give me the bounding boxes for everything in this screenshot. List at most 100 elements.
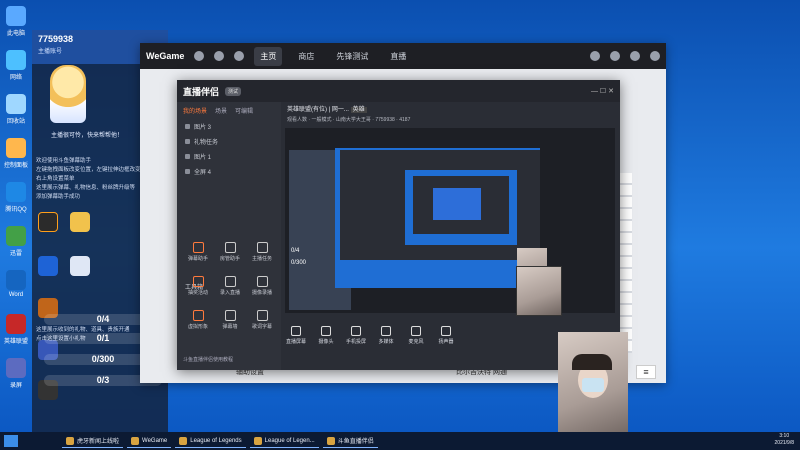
app-icon [6, 50, 26, 70]
settings-icon[interactable] [630, 51, 640, 61]
desktop-icon-label: 网络 [9, 75, 22, 81]
app-icon [6, 314, 26, 334]
info-line: 欢迎使用斗鱼弹幕助手 [36, 158, 92, 164]
taskbar-item-label: League of Legends [190, 437, 242, 444]
tool-avatar[interactable]: 虚拟形象 [183, 310, 213, 330]
forward-icon[interactable] [214, 51, 225, 61]
desktop-icon-label: Word [8, 292, 24, 298]
download-icon[interactable] [610, 51, 620, 61]
scene-item[interactable]: 全屏 4 [177, 164, 281, 179]
tool-task[interactable]: 主播任务 [247, 242, 277, 262]
tab-my-scenes[interactable]: 我的场景 [183, 106, 207, 115]
desktop-icon-label: 控制面板 [3, 163, 28, 169]
version-badge: 测试 [225, 86, 242, 96]
tool-camera-record[interactable]: 摄像录播 [247, 276, 277, 296]
taskbar-app-icon [131, 436, 140, 445]
info-line: 添加弹幕助手成功 [36, 194, 81, 200]
menu-icon[interactable]: ≡ [636, 365, 656, 379]
taskbar-item[interactable]: 斗鱼直播伴侣 [322, 434, 378, 448]
taskbar-app-icon [66, 436, 74, 445]
tab-test[interactable]: 先锋测试 [330, 47, 374, 66]
app-icon[interactable] [70, 212, 90, 232]
room-info: 观看人数 · 一般模式 · 山南大学大王哥 · 7759938 · 4187 [287, 117, 411, 123]
taskbar-app-icon [326, 436, 335, 445]
taskbar-item[interactable]: League of Legen... [249, 434, 319, 448]
desktop-icon[interactable]: 迅雷 [2, 226, 30, 257]
app-icon [6, 138, 26, 158]
desktop-icon[interactable]: 此电脑 [2, 6, 30, 37]
desktop-icon-label: 回收站 [6, 119, 25, 125]
tab-live[interactable]: 直播 [384, 47, 412, 66]
desktop-icon[interactable]: 腾讯QQ [2, 182, 30, 213]
scene-item[interactable]: 图片 3 [177, 119, 281, 134]
panel-motto: 主播很可怜，快来帮帮他！ [50, 133, 123, 139]
desktop-icon-label: 腾讯QQ [5, 207, 27, 213]
taskbar-app-icon [179, 436, 188, 445]
room-title: 英雄联盟(有位) | 网一... 英雄 [287, 107, 367, 113]
media-button[interactable]: 多媒体 [371, 326, 401, 345]
desktop-icon-label: 此电脑 [6, 31, 25, 37]
phone-cast-button[interactable]: 手机投屏 [341, 326, 371, 345]
refresh-icon[interactable] [234, 51, 245, 61]
desktop-icon[interactable]: 回收站 [2, 94, 30, 125]
hint-line: 这里展示收到的礼物、道具、贵族开通 [36, 327, 130, 333]
user-avatar-icon[interactable] [650, 51, 660, 61]
live-companion-window[interactable]: 直播伴侣 测试 — ☐ ✕ 我的场景 场景 可编辑 图片 3 礼物任务 图片 1… [177, 80, 620, 370]
info-line: 右上角设置菜单 [36, 176, 75, 182]
taskbar-item-label: 虎牙新闻上线啦 [77, 439, 120, 445]
desktop-icon-label: 迅雷 [9, 251, 22, 257]
desktop-icon[interactable]: Word [2, 270, 30, 298]
scene-item[interactable]: 礼物任务 [177, 134, 281, 149]
nested-counter: 0/300 [291, 260, 307, 266]
taskbar-app-icon [253, 436, 262, 445]
app-icon [6, 182, 26, 202]
taskbar-item-label: League of Legen... [264, 437, 315, 444]
system-clock[interactable]: 3:10 2021/9/8 [775, 433, 794, 447]
anime-avatar-image [50, 65, 86, 123]
app-icon [6, 226, 26, 246]
tab-store[interactable]: 商店 [292, 47, 320, 66]
tool-lottery[interactable]: 抽奖活动 [183, 276, 213, 296]
taskbar-item-label: WeGame [142, 437, 168, 444]
microphone-button[interactable]: 麦克风 [401, 326, 431, 345]
gift-icon[interactable] [590, 51, 600, 61]
scene-item[interactable]: 图片 1 [177, 149, 281, 164]
desktop-icon-label: 录屏 [9, 383, 22, 389]
info-line: 左键拖拽面板改变位置，左键拉伸边框改变大小 [36, 167, 152, 173]
taskbar-item-label: 斗鱼直播伴侣 [337, 439, 374, 445]
webcam-small [516, 266, 562, 316]
tab-scenes[interactable]: 场景 [215, 106, 227, 115]
stream-preview: 0/4 0/300 [285, 128, 615, 313]
back-icon[interactable] [194, 51, 205, 61]
desktop-icon[interactable]: 网络 [2, 50, 30, 81]
tool-danmu-wall[interactable]: 弹幕墙 [215, 310, 245, 330]
companion-titlebar: 直播伴侣 测试 — ☐ ✕ [177, 80, 620, 102]
start-button[interactable] [4, 435, 18, 447]
tool-danmu[interactable]: 弹幕助手 [183, 242, 213, 262]
desktop-icon[interactable]: 控制面板 [2, 138, 30, 169]
nested-counter: 0/4 [291, 248, 300, 254]
app-icon [6, 94, 26, 114]
taskbar-item[interactable]: 虎牙新闻上线啦 [62, 434, 124, 448]
tool-lyrics[interactable]: 歌词字幕 [247, 310, 277, 330]
tutorial-link[interactable]: 斗鱼直播伴侣使用教程 [183, 356, 233, 363]
taskbar-item[interactable]: WeGame [127, 434, 172, 448]
app-icon[interactable] [38, 256, 58, 276]
camera-button[interactable]: 摄像头 [311, 326, 341, 345]
taskbar-item[interactable]: League of Legends [175, 434, 246, 448]
tool-admin[interactable]: 房管助手 [215, 242, 245, 262]
wegame-logo: WeGame [146, 51, 185, 61]
app-icon[interactable] [38, 212, 58, 232]
tab-home[interactable]: 主页 [254, 46, 283, 66]
wegame-titlebar: WeGame 主页 商店 先锋测试 直播 [140, 43, 666, 69]
tool-record[interactable]: 录入直播 [215, 276, 245, 296]
desktop-icon[interactable]: 录屏 [2, 358, 30, 389]
screen-capture-button[interactable]: 直播屏幕 [281, 326, 311, 345]
app-icon[interactable] [70, 256, 90, 276]
window-controls[interactable]: — ☐ ✕ [591, 87, 614, 95]
tab-editable[interactable]: 可编辑 [235, 106, 253, 115]
speaker-button[interactable]: 扬声器 [431, 326, 461, 345]
app-icon [6, 358, 26, 378]
desktop-icon[interactable]: 英雄联盟 [2, 314, 30, 345]
companion-logo: 直播伴侣 [183, 86, 220, 97]
